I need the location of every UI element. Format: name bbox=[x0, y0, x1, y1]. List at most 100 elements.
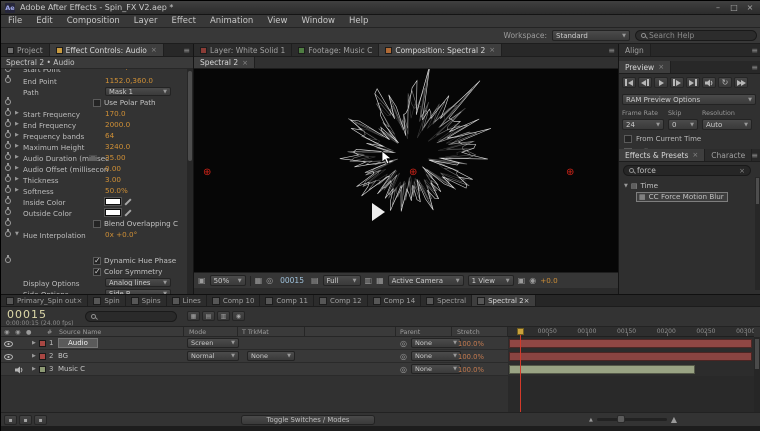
exposure-icon[interactable]: ◉ bbox=[529, 276, 536, 285]
property-checkbox[interactable] bbox=[93, 220, 101, 228]
timeline-tab-comp-11[interactable]: Comp 11 bbox=[260, 295, 314, 306]
pixel-aspect-icon[interactable]: ▣ bbox=[518, 276, 526, 285]
twirl-icon[interactable]: ▶ bbox=[15, 143, 19, 149]
parent-pickwhip-icon[interactable]: ◎ bbox=[400, 339, 407, 348]
col-number[interactable]: # bbox=[47, 329, 52, 336]
from-current-time-checkbox[interactable] bbox=[624, 135, 632, 143]
effect-property-row[interactable]: Display OptionsAnalog lines▼ bbox=[1, 277, 188, 288]
stretch-value[interactable]: 100.0% bbox=[458, 340, 484, 348]
stopwatch-icon[interactable] bbox=[5, 121, 11, 127]
ram-preview-button[interactable] bbox=[734, 77, 748, 88]
zoom-in-icon[interactable]: ▲ bbox=[671, 415, 677, 424]
menu-view[interactable]: View bbox=[260, 15, 294, 27]
stopwatch-icon[interactable] bbox=[5, 132, 11, 138]
stopwatch-icon[interactable] bbox=[5, 99, 11, 105]
timeline-zoom-control[interactable]: ▲ ▲ bbox=[589, 415, 677, 424]
property-value[interactable]: 50.0% bbox=[105, 186, 128, 195]
stopwatch-icon[interactable] bbox=[5, 110, 11, 116]
twirl-icon[interactable]: ▶ bbox=[32, 340, 36, 346]
effect-controls-scrollbar[interactable] bbox=[187, 69, 193, 294]
trkmat-dropdown[interactable]: None▼ bbox=[247, 351, 295, 361]
expand-inout-panes-icon[interactable]: ▪ bbox=[34, 415, 47, 425]
twirl-icon[interactable]: ▶ bbox=[15, 132, 19, 138]
parent-dropdown[interactable]: None▼ bbox=[411, 364, 461, 374]
menu-edit[interactable]: Edit bbox=[29, 15, 59, 27]
mode-dropdown[interactable]: Screen▼ bbox=[187, 338, 239, 348]
twirl-icon[interactable]: ▶ bbox=[15, 165, 19, 171]
timeline-tab-primary-spin-out[interactable]: Primary_Spin out× bbox=[1, 295, 88, 306]
composition-viewport[interactable]: ⊕ ⊕ ⊕ bbox=[194, 69, 618, 272]
property-value[interactable]: 2000.0 bbox=[105, 120, 130, 129]
close-button[interactable]: × bbox=[743, 2, 757, 13]
stopwatch-icon[interactable] bbox=[5, 257, 11, 263]
stopwatch-icon[interactable] bbox=[5, 77, 11, 83]
layer-duration-bar[interactable] bbox=[509, 365, 695, 374]
twirl-icon[interactable]: ▶ bbox=[15, 154, 19, 160]
draft-3d-icon[interactable]: ▤ bbox=[202, 311, 215, 321]
close-tab-icon[interactable]: × bbox=[77, 297, 83, 305]
effect-property-row[interactable]: ▶Thickness3.00 bbox=[1, 174, 188, 185]
menu-animation[interactable]: Animation bbox=[203, 15, 260, 27]
menu-file[interactable]: File bbox=[1, 15, 29, 27]
clear-search-icon[interactable]: × bbox=[739, 167, 745, 175]
layer-row[interactable]: ▶1AudioScreen▼◎None▼100.0% bbox=[1, 337, 508, 350]
timeline-tab-spectral-2[interactable]: Spectral 2× bbox=[472, 295, 535, 306]
loop-toggle-button[interactable]: ↻ bbox=[718, 77, 732, 88]
col-parent[interactable]: Parent bbox=[400, 329, 420, 336]
audio-toggle[interactable] bbox=[15, 366, 24, 376]
viewer-tab[interactable]: Composition: Spectral 2× bbox=[379, 44, 502, 56]
effects-scrollbar[interactable] bbox=[755, 177, 760, 290]
maximize-button[interactable]: □ bbox=[727, 2, 741, 13]
property-value[interactable]: 64 bbox=[105, 131, 114, 140]
parent-pickwhip-icon[interactable]: ◎ bbox=[400, 352, 407, 361]
timeline-tab-spin[interactable]: Spin bbox=[88, 295, 125, 306]
video-toggle[interactable] bbox=[4, 340, 13, 349]
layer-duration-bar[interactable] bbox=[509, 352, 752, 361]
property-value[interactable]: 3240.0 bbox=[105, 142, 130, 151]
menu-effect[interactable]: Effect bbox=[165, 15, 203, 27]
workspace-dropdown[interactable]: Standard ▼ bbox=[552, 30, 630, 41]
stopwatch-icon[interactable] bbox=[5, 209, 11, 215]
eyedropper-icon[interactable] bbox=[124, 198, 133, 206]
region-of-interest-icon[interactable]: ▥ bbox=[365, 276, 373, 285]
layer-color-chip[interactable] bbox=[39, 366, 46, 373]
play-button[interactable] bbox=[654, 77, 668, 88]
exposure-value[interactable]: +0.0 bbox=[540, 276, 557, 285]
panel-menu-icon[interactable]: ≡ bbox=[608, 46, 615, 55]
property-checkbox[interactable] bbox=[93, 268, 101, 276]
zoom-slider-track[interactable] bbox=[597, 418, 667, 421]
camera-dropdown[interactable]: Active Camera ▼ bbox=[388, 275, 464, 286]
mode-dropdown[interactable]: Normal▼ bbox=[187, 351, 239, 361]
layer-row[interactable]: ▶3Music C◎None▼100.0% bbox=[1, 363, 508, 376]
layer-name[interactable]: Music C bbox=[58, 365, 85, 373]
stopwatch-icon[interactable] bbox=[5, 187, 11, 193]
property-value[interactable]: 3.00 bbox=[105, 175, 121, 184]
twirl-icon[interactable]: ▼ bbox=[15, 231, 19, 237]
effect-property-row[interactable]: ▶Audio Duration (millisec35.00 bbox=[1, 152, 188, 163]
twirl-icon[interactable]: ▶ bbox=[15, 176, 19, 182]
layer-name[interactable]: BG bbox=[58, 352, 68, 360]
last-frame-button[interactable] bbox=[686, 77, 700, 88]
timeline-tab-spectral[interactable]: Spectral bbox=[421, 295, 472, 306]
effect-property-row[interactable]: Color Symmetry bbox=[1, 266, 188, 277]
tab-preview[interactable]: Preview × bbox=[619, 61, 671, 73]
timeline-vertical-scrollbar[interactable] bbox=[754, 337, 760, 412]
menu-help[interactable]: Help bbox=[342, 15, 375, 27]
comp-subtab[interactable]: Spectral 2 × bbox=[194, 57, 255, 68]
col-trkmat[interactable]: T TrkMat bbox=[242, 329, 269, 336]
panel-menu-icon[interactable]: ≡ bbox=[751, 46, 758, 55]
motion-blur-icon[interactable]: ◉ bbox=[232, 311, 245, 321]
color-swatch[interactable] bbox=[105, 198, 121, 205]
col-stretch[interactable]: Stretch bbox=[457, 329, 480, 336]
close-tab-icon[interactable]: × bbox=[151, 46, 157, 54]
close-tab-icon[interactable]: × bbox=[524, 297, 530, 305]
expand-transfer-controls-icon[interactable]: ▪ bbox=[19, 415, 32, 425]
safe-zones-icon[interactable]: ▦ bbox=[255, 276, 263, 285]
help-search-box[interactable] bbox=[635, 30, 757, 41]
menu-composition[interactable]: Composition bbox=[60, 15, 127, 27]
panel-menu-icon[interactable]: ≡ bbox=[751, 63, 758, 72]
eyedropper-icon[interactable] bbox=[124, 209, 133, 217]
snapshot-icon[interactable]: ▤ bbox=[311, 276, 319, 285]
stopwatch-icon[interactable] bbox=[5, 143, 11, 149]
viewer-tab[interactable]: Layer: White Solid 1 bbox=[194, 44, 292, 56]
